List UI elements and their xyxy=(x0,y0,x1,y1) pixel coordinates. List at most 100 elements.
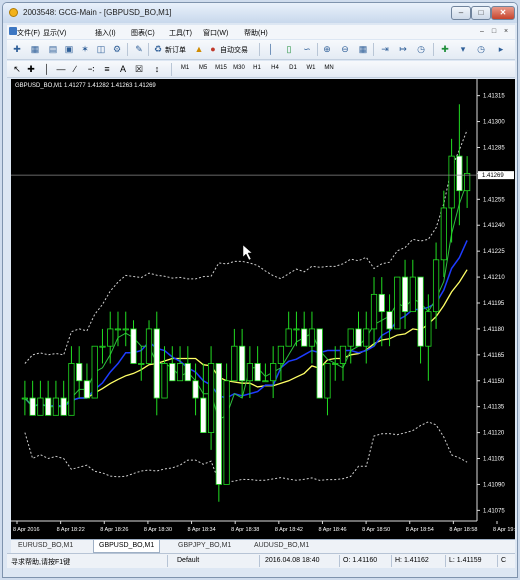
candle-body xyxy=(68,363,75,416)
candle-body xyxy=(448,155,455,209)
timeframe-h1[interactable]: H1 xyxy=(249,63,265,74)
cursor-icon[interactable]: ↖ xyxy=(11,63,23,75)
tab-audusd[interactable]: AUDUSD_BO,M1 xyxy=(249,540,314,552)
metaeditor-icon[interactable]: ✎ xyxy=(133,43,145,55)
candle-body xyxy=(401,276,409,313)
chart-background xyxy=(11,79,515,539)
indicators-icon[interactable]: ✚ xyxy=(439,43,451,55)
child-restore-icon[interactable]: □ xyxy=(489,27,499,36)
standard-toolbar: ✚ ▦ ▤ ▣ ✶ ◫ ⚙ ✎ ♻ 新订单 ▲ ● 自动交易 │ ▯ ∽ ⊕ ⊖… xyxy=(7,40,515,60)
close-button[interactable]: ✕ xyxy=(491,6,515,20)
menu-window[interactable]: 窗口(W) xyxy=(203,28,228,38)
text-tool-icon[interactable]: A xyxy=(117,63,129,75)
templates-icon[interactable]: ▾ xyxy=(457,43,469,55)
candle-body xyxy=(332,363,339,365)
timeframe-h4[interactable]: H4 xyxy=(267,63,283,74)
chart-shift-icon[interactable]: ⇥ xyxy=(379,43,391,55)
chart-area[interactable]: GBPUSD_BO,M1 1.41277 1.41282 1.41263 1.4… xyxy=(11,79,515,539)
maximize-button[interactable]: □ xyxy=(471,6,491,20)
candle-body xyxy=(378,293,385,313)
text-label-icon[interactable]: ☒ xyxy=(133,63,145,75)
timeframe-d1[interactable]: D1 xyxy=(285,63,301,74)
tab-eurusd[interactable]: EURUSD_BO,M1 xyxy=(13,540,78,552)
chart-window-icon[interactable] xyxy=(9,27,17,35)
timeframe-m1[interactable]: M1 xyxy=(177,63,193,74)
chart-header: GBPUSD_BO,M1 1.41277 1.41282 1.41263 1.4… xyxy=(15,83,156,89)
candle-body xyxy=(37,397,44,416)
zoom-in-icon[interactable]: ⊕ xyxy=(321,43,333,55)
crosshair-icon[interactable]: ✚ xyxy=(25,63,37,75)
minimize-button[interactable]: – xyxy=(451,6,471,20)
new-chart-icon[interactable]: ✚ xyxy=(11,43,23,55)
menu-chart[interactable]: 图表(C) xyxy=(131,28,155,38)
auto-trading-stop-icon[interactable]: ● xyxy=(207,43,219,55)
new-order-icon[interactable]: ♻ xyxy=(152,43,164,55)
timeframe-m30[interactable]: M30 xyxy=(231,63,247,74)
timeframe-w1[interactable]: W1 xyxy=(303,63,319,74)
candle-body xyxy=(207,363,215,434)
new-order-button[interactable]: 新订单 xyxy=(165,45,186,55)
fibonacci-icon[interactable]: ≡ xyxy=(101,63,113,75)
candle-body xyxy=(200,397,207,434)
navigator-icon[interactable]: ✶ xyxy=(79,43,91,55)
time-axis-label: 8 Apr 18:38 xyxy=(231,527,259,533)
tab-gbpjpy[interactable]: GBPJPY_BO,M1 xyxy=(173,540,236,552)
timeframe-mn[interactable]: MN xyxy=(321,63,337,74)
bar-chart-icon[interactable]: │ xyxy=(265,43,277,55)
timeframe-m15[interactable]: M15 xyxy=(213,63,229,74)
terminal-icon[interactable]: ◫ xyxy=(95,43,107,55)
candle-body xyxy=(316,328,323,399)
title-bar[interactable]: 2003548: GCG-Main - [GBPUSD_BO,M1] – □ ✕ xyxy=(3,3,517,23)
status-datetime: 2016.04.08 18:40 xyxy=(265,557,320,564)
clock-icon[interactable]: ◷ xyxy=(475,43,487,55)
profiles-icon[interactable]: ▦ xyxy=(29,43,41,55)
menu-view[interactable]: 显示(V) xyxy=(43,28,66,38)
candle-body xyxy=(324,363,331,399)
price-chart[interactable]: GBPUSD_BO,M1 1.41277 1.41282 1.41263 1.4… xyxy=(11,79,515,539)
candle-body xyxy=(60,397,67,416)
auto-scroll-icon[interactable]: ↦ xyxy=(397,43,409,55)
tile-windows-icon[interactable]: ▦ xyxy=(357,43,369,55)
market-watch-icon[interactable]: ▤ xyxy=(47,43,59,55)
toolbar-separator xyxy=(171,63,172,76)
candle-body xyxy=(45,397,52,416)
candle-body xyxy=(363,328,370,347)
toolbar-options-icon[interactable]: ▸ xyxy=(495,43,507,55)
auto-trading-hat-icon[interactable]: ▲ xyxy=(193,43,205,55)
menu-help[interactable]: 帮助(H) xyxy=(244,28,268,38)
candle-body xyxy=(107,328,114,347)
child-close-icon[interactable]: × xyxy=(501,27,511,36)
trendline-icon[interactable]: ∕ xyxy=(69,63,81,75)
candle-body xyxy=(52,397,60,416)
menu-insert[interactable]: 插入(I) xyxy=(95,28,116,38)
auto-trading-button[interactable]: 自动交易 xyxy=(220,45,248,55)
horizontal-line-icon[interactable]: — xyxy=(55,63,67,75)
vertical-line-icon[interactable]: │ xyxy=(41,63,53,75)
arrows-icon[interactable]: ↕ xyxy=(151,63,163,75)
candle-body xyxy=(417,276,424,347)
data-window-icon[interactable]: ▣ xyxy=(63,43,75,55)
candle-body xyxy=(386,311,393,330)
candle-body xyxy=(285,328,292,347)
timeframe-m5[interactable]: M5 xyxy=(195,63,211,74)
candlesticks-icon[interactable]: ▯ xyxy=(283,43,295,55)
candle-body xyxy=(99,345,106,348)
candle-body xyxy=(432,259,440,313)
status-bar: 寻求帮助,请按F1键 Default 2016.04.08 18:40 O: 1… xyxy=(7,553,515,568)
price-axis-label: 1.41075 xyxy=(483,508,505,514)
menu-tools[interactable]: 工具(T) xyxy=(169,28,192,38)
menu-file[interactable]: 文件(F) xyxy=(17,28,40,38)
child-minimize-icon[interactable]: – xyxy=(477,27,487,36)
status-high: H: 1.41162 xyxy=(395,557,429,564)
candle-body xyxy=(145,328,153,364)
line-chart-icon[interactable]: ∽ xyxy=(301,43,313,55)
zoom-out-icon[interactable]: ⊖ xyxy=(339,43,351,55)
strategy-tester-icon[interactable]: ⚙ xyxy=(111,43,123,55)
candle-body xyxy=(169,363,176,382)
tab-gbpusd[interactable]: GBPUSD_BO,M1 xyxy=(93,540,161,553)
toolbar-separator xyxy=(433,43,434,56)
channel-icon[interactable]: ∹ xyxy=(85,63,97,75)
toolbar-separator xyxy=(259,43,260,56)
candle-body xyxy=(301,328,308,347)
periods-icon[interactable]: ◷ xyxy=(415,43,427,55)
